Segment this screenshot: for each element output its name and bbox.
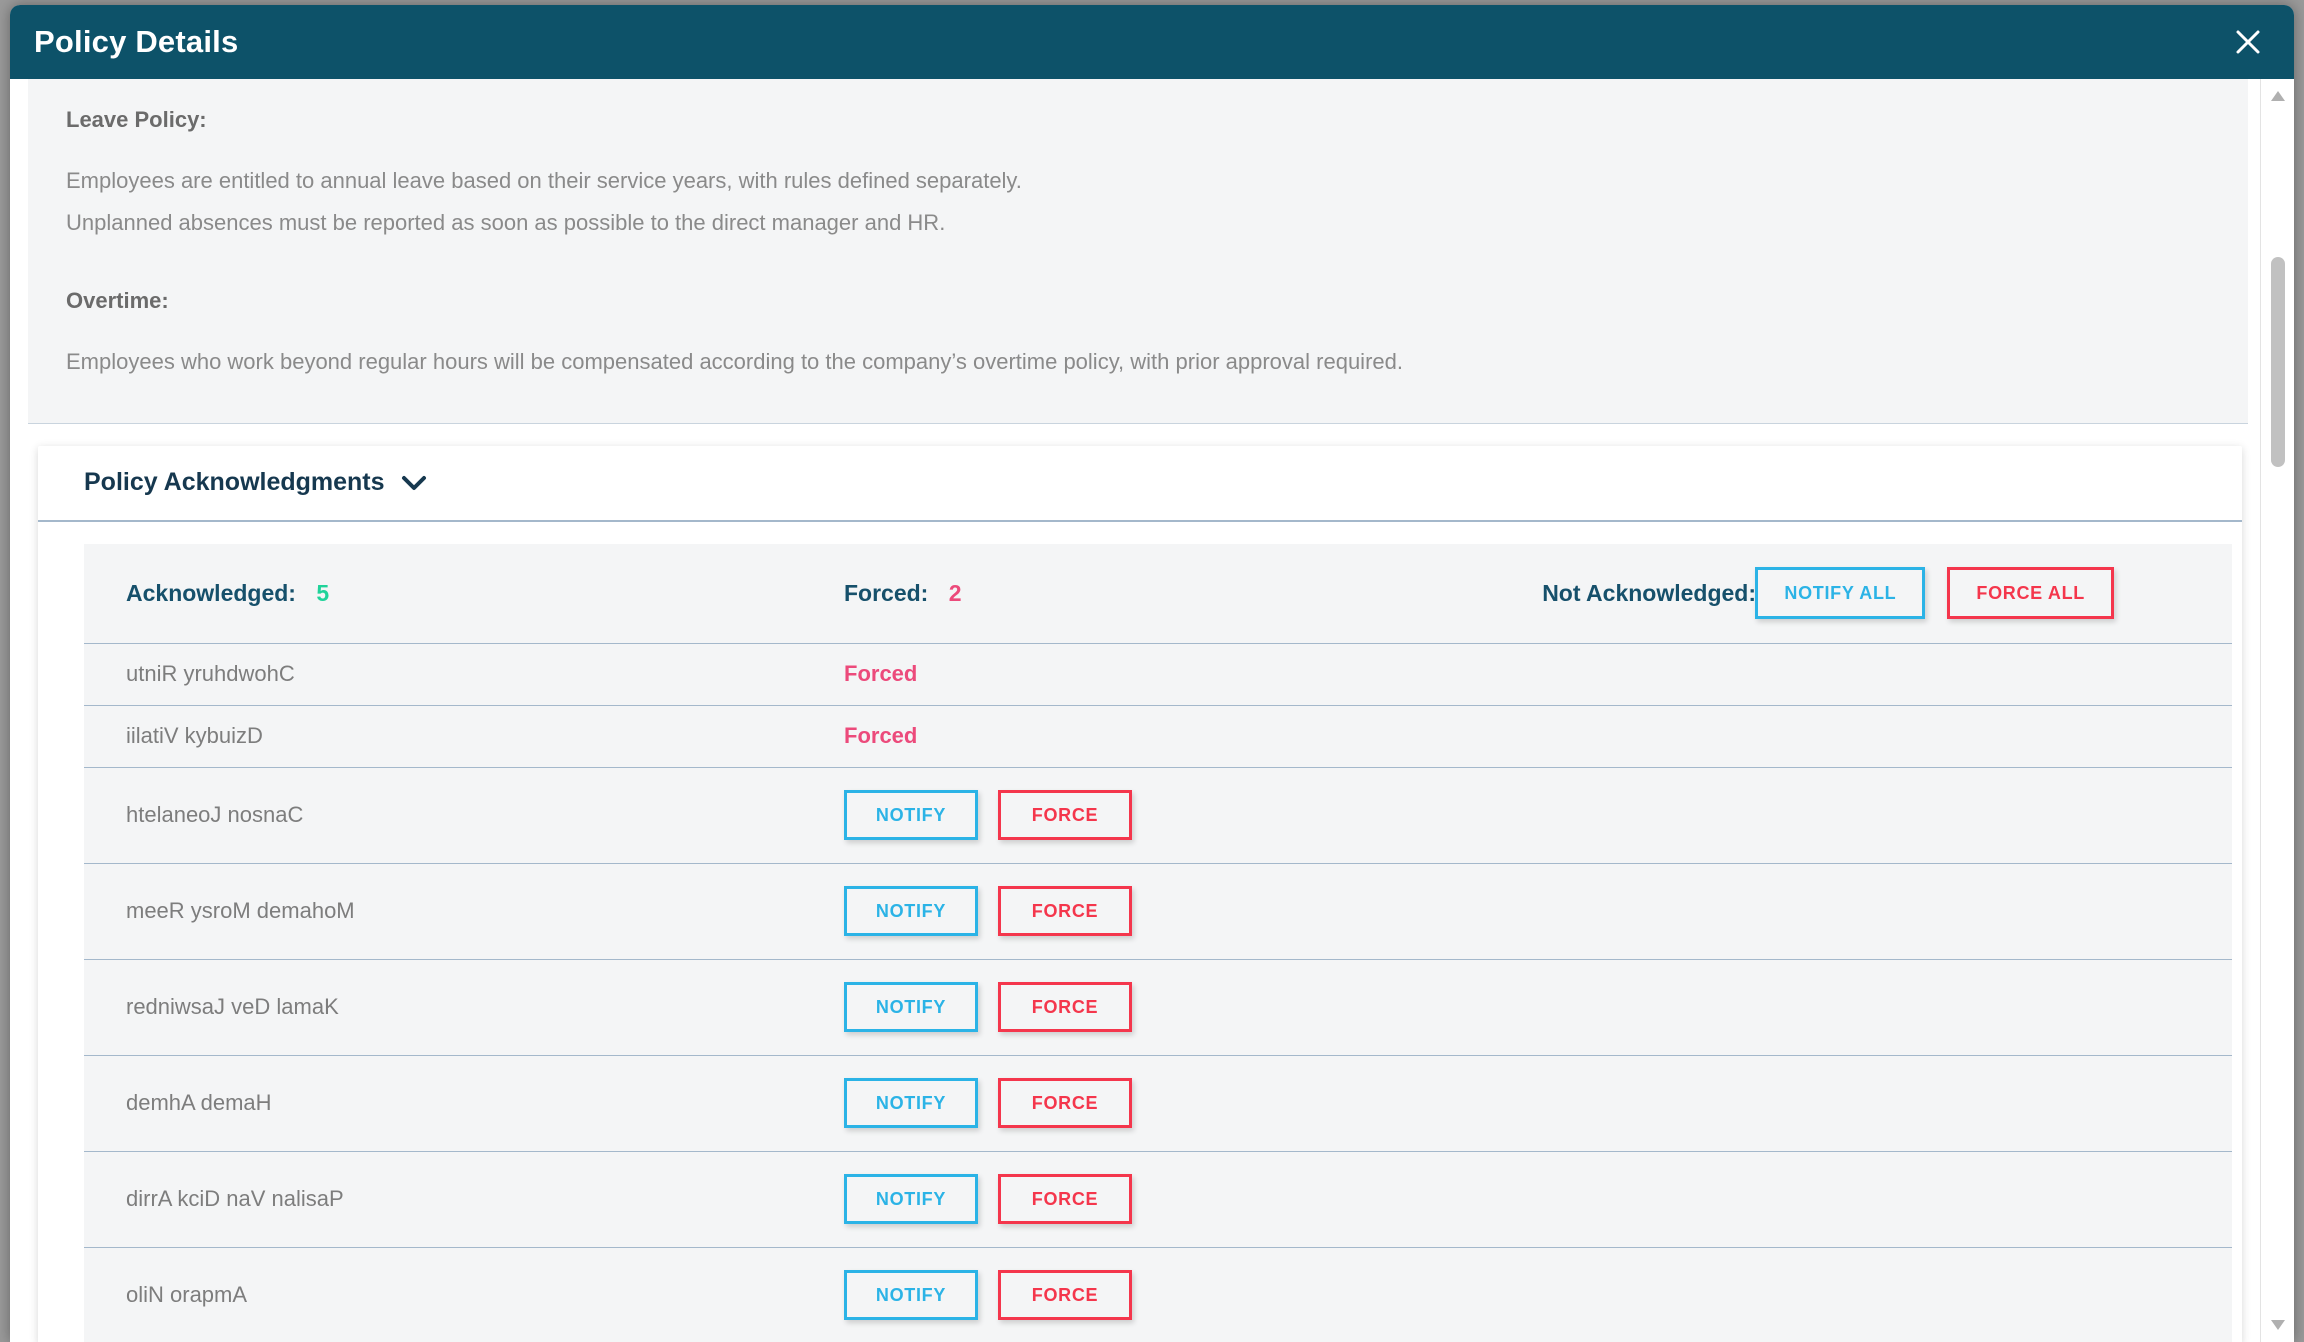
force-button[interactable]: FORCE <box>998 1174 1132 1224</box>
table-row: demhA demaH NOTIFY FORCE <box>84 1056 2232 1152</box>
row-action-buttons: NOTIFY FORCE <box>844 1270 1132 1320</box>
policy-section-heading: Overtime: <box>66 286 2248 317</box>
table-row: dirrA kciD naV nalisaP NOTIFY FORCE <box>84 1152 2232 1248</box>
table-row: utniR yruhdwohC Forced <box>84 644 2232 706</box>
acknowledgments-header-toggle[interactable]: Policy Acknowledgments <box>38 446 2242 522</box>
notify-button[interactable]: NOTIFY <box>844 1270 978 1320</box>
force-button[interactable]: FORCE <box>998 790 1132 840</box>
employee-name: oliN orapmA <box>126 1282 247 1308</box>
modal-body: Leave Policy: Employees are entitled to … <box>10 79 2294 1342</box>
policy-text-panel: Leave Policy: Employees are entitled to … <box>28 79 2248 424</box>
acknowledgment-stats-bar: Acknowledged: 5 Forced: 2 Not Acknowledg… <box>84 544 2232 644</box>
policy-spacer <box>66 240 2248 286</box>
policy-acknowledgments-card: Policy Acknowledgments Acknowledged: 5 <box>38 446 2242 1342</box>
acknowledgments-title: Policy Acknowledgments <box>84 468 385 497</box>
scroll-content: Leave Policy: Employees are entitled to … <box>10 79 2260 1342</box>
table-row: oliN orapmA NOTIFY FORCE <box>84 1248 2232 1342</box>
row-action-buttons: NOTIFY FORCE <box>844 790 1132 840</box>
notify-button[interactable]: NOTIFY <box>844 790 978 840</box>
notify-button[interactable]: NOTIFY <box>844 1174 978 1224</box>
employee-name: dirrA kciD naV nalisaP <box>126 1186 344 1212</box>
acknowledgment-rows: utniR yruhdwohC Forced iilatiV kybuizD Forc… <box>84 644 2232 1342</box>
close-icon[interactable] <box>2226 20 2270 64</box>
employee-name: meeR ysroM demahoM <box>126 898 355 924</box>
employee-name: redniwsaJ veD lamaK <box>126 994 339 1020</box>
stat-acknowledged-value: 5 <box>316 580 329 606</box>
status-badge: Forced <box>844 661 917 687</box>
stat-forced: Forced: 2 <box>844 580 962 607</box>
scrollbar-thumb[interactable] <box>2271 257 2285 467</box>
notify-button[interactable]: NOTIFY <box>844 886 978 936</box>
table-row: htelaneoJ nosnaC NOTIFY FORCE <box>84 768 2232 864</box>
table-row: redniwsaJ veD lamaK NOTIFY FORCE <box>84 960 2232 1056</box>
caret-down-icon[interactable] <box>2261 1312 2294 1338</box>
modal-titlebar: Policy Details <box>10 5 2294 79</box>
stat-forced-value: 2 <box>949 580 962 606</box>
table-row: iilatiV kybuizD Forced <box>84 706 2232 768</box>
vertical-scrollbar[interactable] <box>2260 79 2294 1342</box>
force-all-button[interactable]: FORCE ALL <box>1947 567 2114 619</box>
policy-paragraph: Unplanned absences must be reported as s… <box>66 206 2248 240</box>
notify-button[interactable]: NOTIFY <box>844 1078 978 1128</box>
status-badge: Forced <box>844 723 917 749</box>
page-title: Policy Details <box>34 24 238 60</box>
force-button[interactable]: FORCE <box>998 1078 1132 1128</box>
employee-name: iilatiV kybuizD <box>126 723 263 749</box>
force-button[interactable]: FORCE <box>998 982 1132 1032</box>
force-button[interactable]: FORCE <box>998 886 1132 936</box>
employee-name: utniR yruhdwohC <box>126 661 295 687</box>
stat-acknowledged: Acknowledged: 5 <box>126 580 329 607</box>
policy-section-heading: Leave Policy: <box>66 105 2248 136</box>
chevron-down-icon[interactable] <box>401 475 427 491</box>
policy-paragraph: Employees who work beyond regular hours … <box>66 345 2248 379</box>
bulk-action-buttons: NOTIFY ALL FORCE ALL <box>1755 567 2114 619</box>
employee-name: htelaneoJ nosnaC <box>126 802 303 828</box>
caret-up-icon[interactable] <box>2261 83 2294 109</box>
row-action-buttons: NOTIFY FORCE <box>844 886 1132 936</box>
row-action-buttons: NOTIFY FORCE <box>844 982 1132 1032</box>
employee-name: demhA demaH <box>126 1090 272 1116</box>
stat-forced-label: Forced: <box>844 580 928 606</box>
stat-not-acknowledged-label: Not Acknowledged: <box>1542 580 1756 606</box>
notify-all-button[interactable]: NOTIFY ALL <box>1755 567 1925 619</box>
row-action-buttons: NOTIFY FORCE <box>844 1174 1132 1224</box>
table-row: meeR ysroM demahoM NOTIFY FORCE <box>84 864 2232 960</box>
acknowledgments-content: Acknowledged: 5 Forced: 2 Not Acknowledg… <box>38 522 2242 1342</box>
policy-paragraph: Employees are entitled to annual leave b… <box>66 164 2248 198</box>
notify-button[interactable]: NOTIFY <box>844 982 978 1032</box>
force-button[interactable]: FORCE <box>998 1270 1132 1320</box>
stat-acknowledged-label: Acknowledged: <box>126 580 296 606</box>
policy-details-modal: Policy Details Leave Policy: Employees a… <box>10 5 2294 1342</box>
row-action-buttons: NOTIFY FORCE <box>844 1078 1132 1128</box>
